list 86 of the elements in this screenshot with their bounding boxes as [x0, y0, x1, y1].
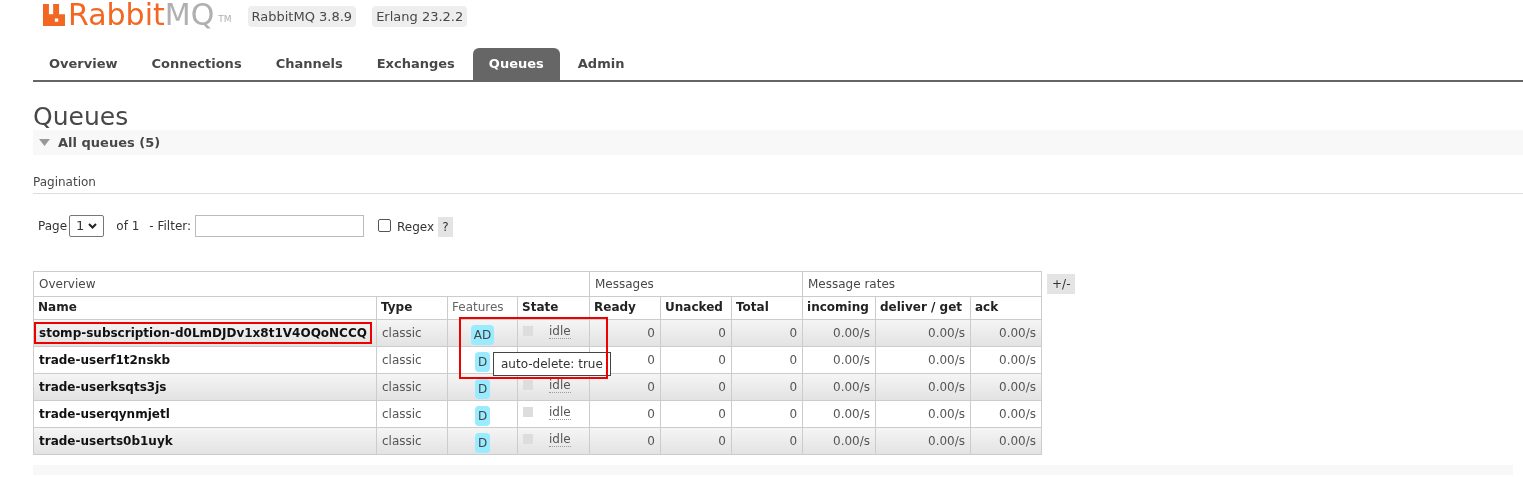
table-cell: classic [376, 427, 448, 455]
page-label: Page [38, 217, 68, 235]
table-cell: 0 [589, 427, 661, 455]
table-cell: 0 [589, 400, 661, 428]
table-cell: 0 [660, 373, 732, 401]
table-cell: classic [376, 319, 448, 347]
table-cell: classic [376, 346, 448, 374]
nav-tab[interactable]: Connections [135, 48, 258, 80]
rabbit-logo-icon [43, 4, 65, 26]
table-cell: 0.00/s [970, 346, 1042, 374]
feature-badge: D [474, 406, 491, 426]
table-cell: classic [376, 373, 448, 401]
table-cell: 0.00/s [875, 373, 971, 401]
nav-tab[interactable]: Overview [33, 48, 134, 80]
logo-text: Rabbit [68, 0, 165, 30]
table-cell: 0.00/s [875, 346, 971, 374]
column-group-header: Message rates [802, 271, 1042, 297]
column-header: Ready [589, 296, 661, 320]
column-toggle-button[interactable]: +/- [1047, 274, 1076, 294]
table-cell: 0.00/s [970, 373, 1042, 401]
filter-label: - Filter: [149, 217, 192, 235]
nav-tab[interactable]: Admin [561, 48, 641, 80]
column-header: Unacked [660, 296, 732, 320]
table-cell: 0.00/s [970, 319, 1042, 347]
table-cell: 0 [660, 427, 732, 455]
state-text: idle [549, 324, 571, 339]
table-cell: classic [376, 400, 448, 428]
column-header: Features [447, 296, 518, 320]
column-header: Total [731, 296, 803, 320]
table-cell: 0.00/s [802, 346, 876, 374]
page-select[interactable]: 1 [69, 214, 105, 237]
queue-name-link[interactable]: stomp-subscription-d0LmDJDv1x8t1V4OQoNCCQ [34, 322, 372, 344]
regex-checkbox[interactable] [378, 219, 392, 232]
table-cell: 0 [660, 346, 732, 374]
table-cell: 0.00/s [970, 400, 1042, 428]
table-cell: 0 [660, 319, 732, 347]
table-cell: 0 [731, 319, 803, 347]
page-count: of 1 [116, 217, 140, 235]
trademark-text: TM [218, 12, 232, 26]
table-cell: 0 [731, 427, 803, 455]
status-square-icon [523, 407, 533, 417]
nav-tab[interactable]: Channels [259, 48, 359, 80]
table-cell: 0 [731, 373, 803, 401]
status-square-icon [523, 380, 533, 390]
state-text: idle [549, 378, 571, 393]
table-cell: 0.00/s [875, 400, 971, 428]
table-cell: 0.00/s [802, 319, 876, 347]
chevron-down-icon [88, 222, 98, 229]
table-cell: 0 [660, 400, 732, 428]
pagination-title: Pagination [33, 173, 1523, 194]
column-header: State [517, 296, 590, 320]
column-header: deliver / get [875, 296, 971, 320]
column-header: Type [376, 296, 448, 320]
help-button[interactable]: ? [438, 217, 453, 237]
section-bar[interactable]: All queues (5) [33, 130, 1523, 155]
logo-text: MQ [164, 0, 215, 30]
column-header: incoming [802, 296, 876, 320]
table-cell: 0.00/s [875, 319, 971, 347]
tooltip: auto-delete: true [493, 352, 611, 376]
table-cell: 0.00/s [875, 427, 971, 455]
filter-field[interactable] [195, 214, 365, 237]
table-cell: 0.00/s [802, 427, 876, 455]
column-group-header: Messages [589, 271, 803, 297]
column-header: ack [970, 296, 1042, 320]
column-group-header: Overview [33, 271, 590, 297]
feature-badge: D [474, 352, 491, 372]
version-badge: RabbitMQ 3.8.9 [247, 5, 357, 27]
table-cell: 0.00/s [970, 427, 1042, 455]
nav-tab[interactable]: Queues [472, 48, 560, 80]
section-title: All queues (5) [58, 133, 161, 152]
page-heading: Queues [33, 104, 130, 130]
feature-badge: AD [470, 325, 495, 345]
feature-badge: D [474, 433, 491, 453]
nav-tab[interactable]: Exchanges [360, 48, 471, 80]
state-text: idle [549, 405, 571, 420]
table-cell: 0 [731, 400, 803, 428]
feature-badge: D [474, 379, 491, 399]
version-badge: Erlang 23.2.2 [372, 5, 468, 27]
table-cell: 0.00/s [802, 373, 876, 401]
caret-icon [39, 139, 50, 146]
state-text: idle [549, 432, 571, 447]
table-cell: 0 [731, 346, 803, 374]
column-header: Name [33, 296, 377, 320]
table-cell: 0.00/s [802, 400, 876, 428]
table-cell: 0 [589, 319, 661, 347]
regex-label: Regex [397, 219, 435, 236]
